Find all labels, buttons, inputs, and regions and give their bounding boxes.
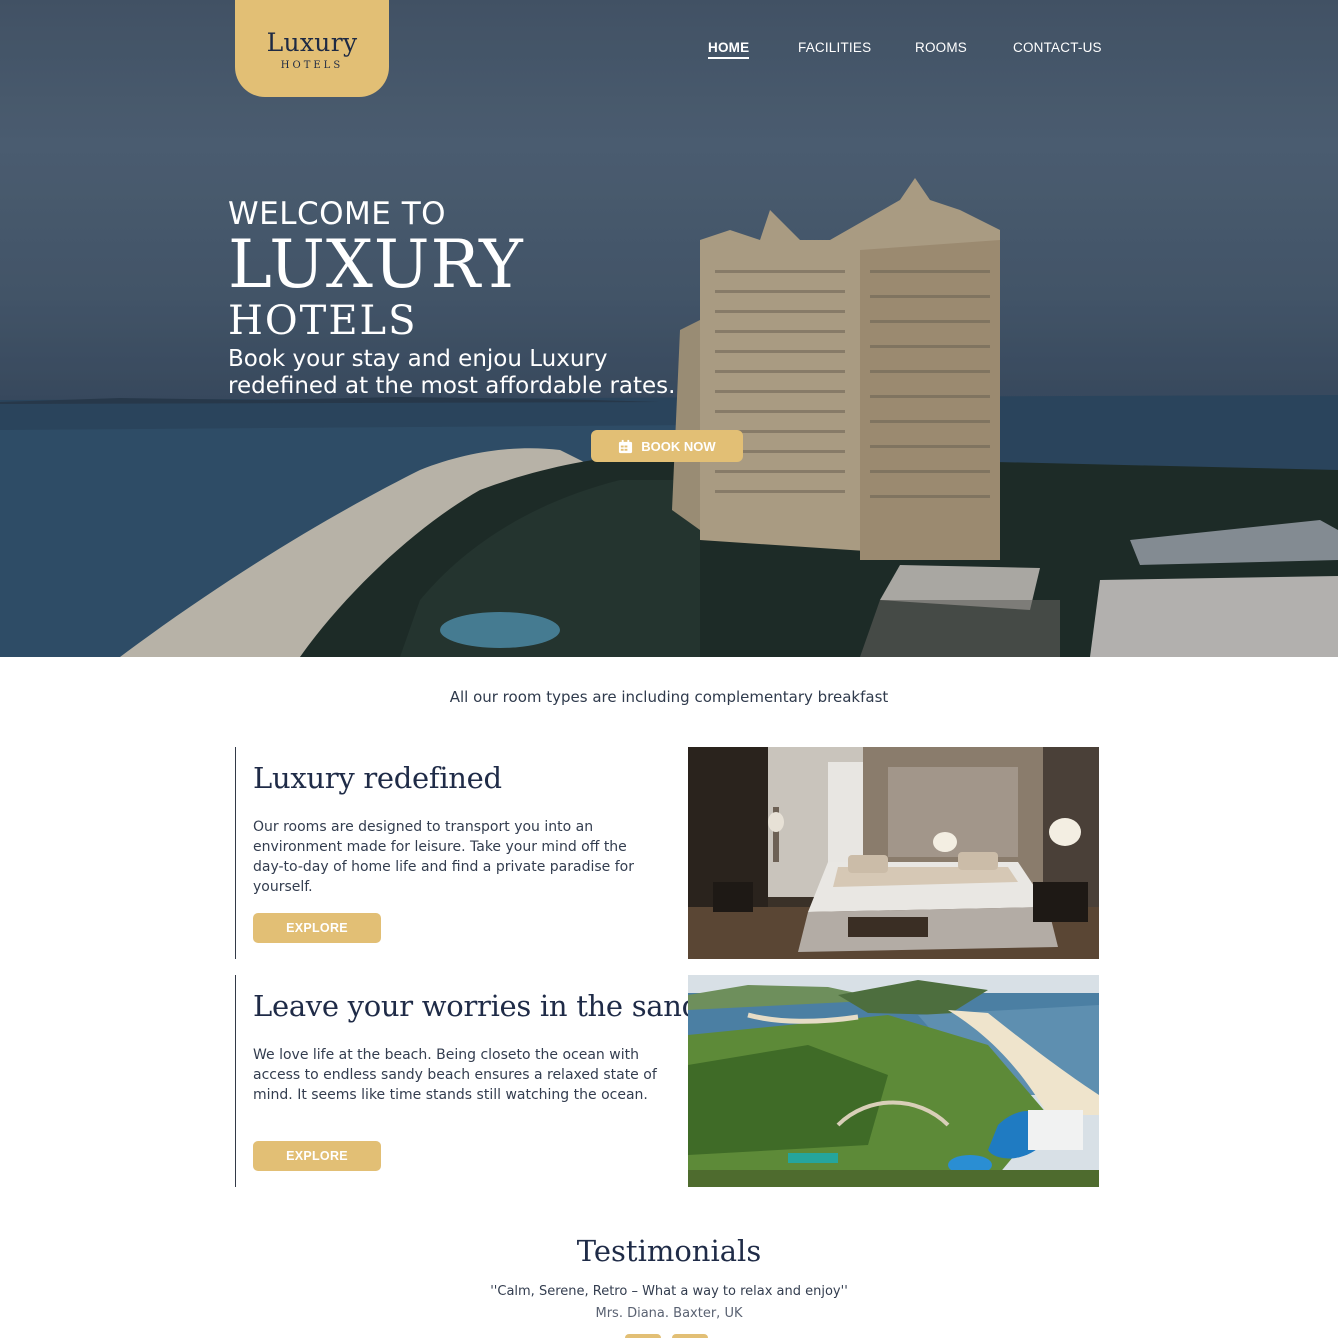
nav-facilities[interactable]: FACILITIES (798, 40, 871, 55)
book-now-button[interactable]: BOOK NOW (591, 430, 743, 462)
feature-body: Our rooms are designed to transport you … (253, 819, 634, 895)
nav-rooms[interactable]: ROOMS (915, 40, 967, 55)
feature-luxury-redefined: Luxury redefined Our rooms are designed … (235, 747, 1099, 959)
testimonial-pager (0, 1334, 1338, 1338)
intro-text: All our room types are including complem… (449, 688, 889, 706)
hero-tagline: Book your stay and enjou Luxury redefine… (228, 346, 676, 399)
feature-title: Luxury redefined (253, 761, 502, 795)
testimonial-quote: ''Calm, Serene, Retro – What a way to re… (490, 1284, 848, 1299)
feature-title: Leave your worries in the sand (253, 989, 700, 1023)
brand-sub: HOTELS (280, 60, 344, 71)
testimonial-author: Mrs. Diana. Baxter, UK (595, 1306, 743, 1321)
hero-title: LUXURY (228, 226, 524, 303)
beach-resort-image (688, 975, 1099, 1187)
hero-section: Luxury HOTELS HOME FACILITIES ROOMS CONT… (0, 0, 1338, 657)
nav-home[interactable]: HOME (708, 40, 750, 59)
explore-button[interactable]: EXPLORE (253, 913, 381, 943)
pager-dot[interactable] (672, 1334, 708, 1338)
feature-divider (235, 975, 236, 1187)
feature-divider (235, 747, 236, 959)
hero-text: WELCOME TO LUXURY HOTELS Book your stay … (228, 196, 708, 400)
feature-body: We love life at the beach. Being closeto… (253, 1047, 657, 1103)
feature-beach: Leave your worries in the sand We love l… (235, 975, 1099, 1187)
hero-subtitle: HOTELS (228, 298, 418, 344)
bedroom-image (688, 747, 1099, 959)
calendar-icon (619, 439, 633, 453)
nav-contact-us[interactable]: CONTACT-US (1013, 40, 1102, 55)
testimonials-title: Testimonials (576, 1234, 762, 1268)
pager-dot[interactable] (625, 1334, 661, 1338)
explore-button[interactable]: EXPLORE (253, 1141, 381, 1171)
book-now-label: BOOK NOW (641, 438, 716, 454)
main-nav: HOME FACILITIES ROOMS CONTACT-US (0, 40, 1338, 60)
